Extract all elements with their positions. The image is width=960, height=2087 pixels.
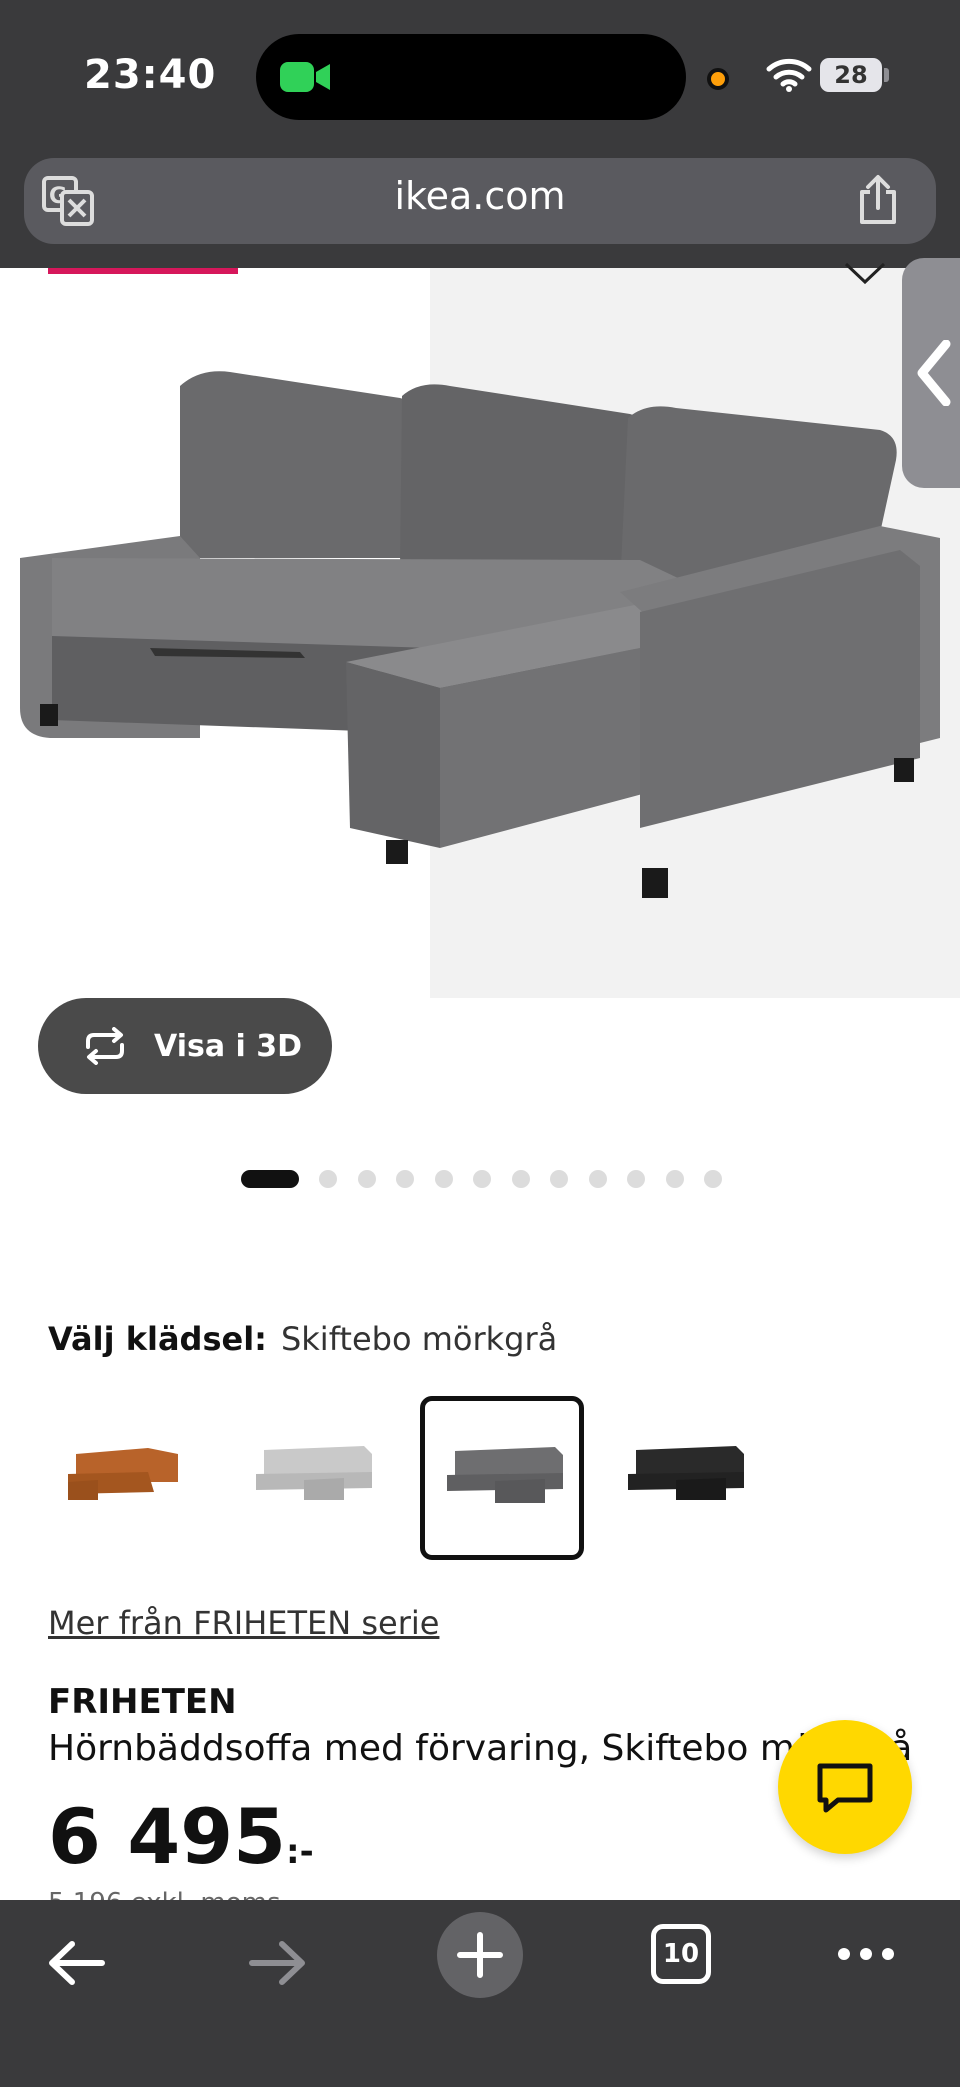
chat-button[interactable]: [778, 1720, 912, 1854]
chat-bubble-icon: [817, 1763, 873, 1813]
url-bar[interactable]: G ikea.com: [24, 158, 936, 244]
chevron-left-icon: [917, 340, 951, 406]
rotate-3d-icon: [86, 1027, 124, 1065]
swatch-orange[interactable]: [48, 1396, 212, 1560]
forward-arrow-icon[interactable]: [248, 1938, 308, 1988]
price-value: 6 495: [48, 1792, 286, 1881]
browser-top-chrome: 23:40 28 G ikea.com: [0, 0, 960, 268]
browser-toolbar: 10: [0, 1900, 960, 2087]
side-panel-handle[interactable]: [902, 258, 960, 488]
pager-dot[interactable]: [434, 1170, 453, 1188]
video-camera-icon: [280, 62, 330, 92]
pager-dot[interactable]: [665, 1170, 684, 1188]
upholstery-label: Välj klädsel:: [48, 1320, 267, 1358]
privacy-indicator: [707, 68, 729, 90]
battery-tip: [884, 68, 889, 82]
pager-dot[interactable]: [319, 1170, 337, 1188]
swatch-dark-gray[interactable]: [420, 1396, 584, 1560]
status-time: 23:40: [84, 52, 217, 98]
price-suffix: :-: [285, 1832, 314, 1872]
pager-dot[interactable]: [588, 1170, 607, 1188]
new-tab-button[interactable]: [437, 1912, 523, 1998]
image-accent-bar: [48, 268, 238, 274]
more-menu-icon[interactable]: [836, 1944, 896, 1964]
view-in-3d-label: Visa i 3D: [154, 1028, 303, 1064]
pager-dot[interactable]: [396, 1170, 414, 1188]
product-name: FRIHETEN: [48, 1682, 237, 1722]
swatch-light-gray[interactable]: [234, 1396, 398, 1560]
upholstery-selector-heading: Välj klädsel: Skiftebo mörkgrå: [48, 1320, 557, 1358]
sofa-thumbnail: [628, 1446, 744, 1500]
tabs-button[interactable]: 10: [651, 1924, 711, 1984]
battery-indicator: 28: [820, 58, 882, 92]
product-image-sofa[interactable]: [0, 268, 960, 998]
dynamic-island: [256, 34, 686, 120]
upholstery-swatches: [48, 1396, 788, 1560]
plus-icon: [457, 1932, 503, 1978]
pager-dot[interactable]: [241, 1170, 299, 1188]
pager-dot[interactable]: [473, 1170, 491, 1188]
pager-dot[interactable]: [550, 1170, 568, 1188]
back-arrow-icon[interactable]: [46, 1938, 106, 1988]
pager-dot[interactable]: [704, 1170, 722, 1188]
upholstery-value: Skiftebo mörkgrå: [280, 1320, 558, 1358]
share-icon[interactable]: [854, 174, 902, 226]
url-text[interactable]: ikea.com: [24, 174, 936, 218]
product-price: 6 495:-: [48, 1792, 314, 1881]
favourite-heart-icon[interactable]: [844, 262, 886, 286]
wifi-icon: [766, 58, 812, 92]
series-link[interactable]: Mer från FRIHETEN serie: [48, 1604, 439, 1642]
pager-dot[interactable]: [357, 1170, 376, 1188]
view-in-3d-button[interactable]: Visa i 3D: [38, 998, 332, 1094]
image-pager[interactable]: [241, 1170, 743, 1188]
swatch-black[interactable]: [606, 1396, 770, 1560]
pager-dot[interactable]: [627, 1170, 645, 1188]
sofa-thumbnail: [256, 1446, 372, 1500]
sofa-thumbnail: [447, 1447, 563, 1503]
sofa-thumbnail: [68, 1448, 178, 1500]
pager-dot[interactable]: [511, 1170, 530, 1188]
